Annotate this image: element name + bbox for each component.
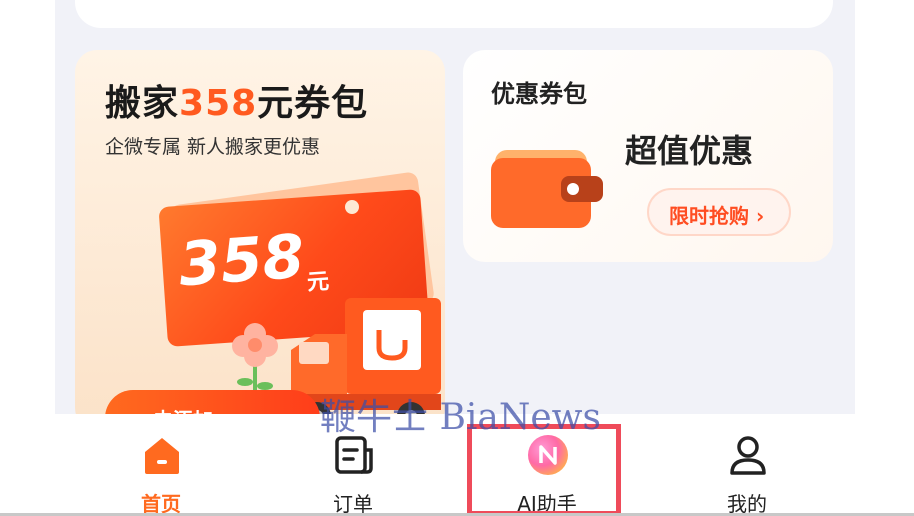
promo-title-post: 元券包 [257, 83, 369, 124]
watermark: 鞭牛士 BiaNews [320, 397, 601, 438]
orders-icon [335, 436, 373, 474]
tab-home-label: 首页 [141, 492, 181, 516]
coupon-title: 优惠券包 [491, 80, 587, 108]
profile-icon [730, 436, 766, 475]
home-icon [145, 438, 179, 474]
moving-coupon-card[interactable]: 搬家358元券包 企微专属 新人搬家更优惠 358 元 [75, 50, 445, 430]
ticket-unit: 元 [306, 269, 331, 296]
tab-profile[interactable]: 我的 [649, 414, 845, 516]
flower-icon [232, 323, 278, 398]
promo-title-pre: 搬家 [105, 83, 180, 124]
tab-profile-label: 我的 [727, 492, 767, 516]
promo-subtitle: 企微专属 新人搬家更优惠 [105, 136, 321, 158]
ticket-amount: 358 [176, 221, 307, 301]
promo-title-amount: 358 [179, 83, 258, 124]
wallet-icon [491, 150, 603, 228]
tab-orders-label: 订单 [333, 492, 373, 516]
flash-sale-button[interactable]: 限时抢购 › [647, 188, 791, 236]
coupon-pack-card[interactable]: 优惠券包 超值优惠 限时抢购 › [463, 50, 833, 262]
ticket-notch [345, 200, 359, 214]
promo-title: 搬家358元券包 [105, 74, 368, 126]
tab-home[interactable]: 首页 [63, 414, 259, 516]
coupon-headline: 超值优惠 [625, 132, 754, 170]
top-card [75, 0, 833, 28]
